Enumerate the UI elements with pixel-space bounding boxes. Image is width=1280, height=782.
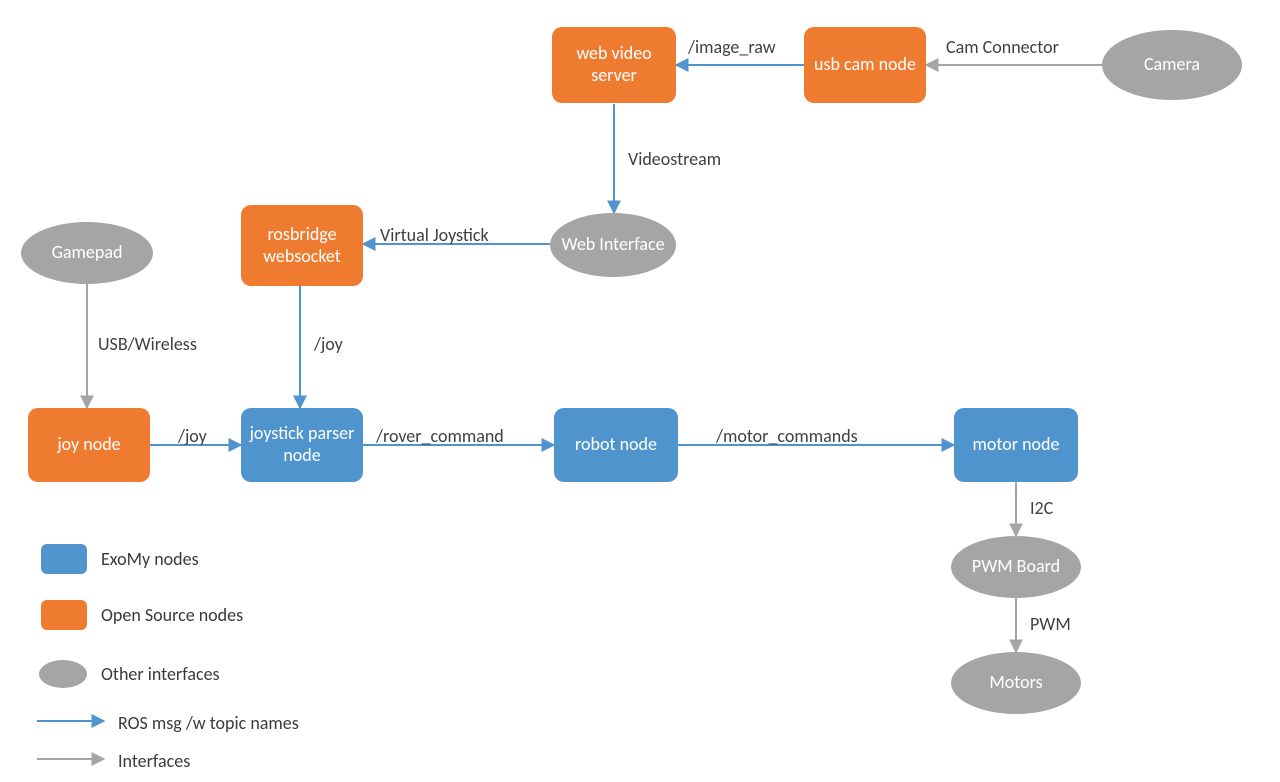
legend-interfaces: Interfaces xyxy=(118,750,190,772)
videostream-label: Videostream xyxy=(628,148,721,170)
legend-exomy: ExoMy nodes xyxy=(41,544,199,574)
node-label: joystick parser node xyxy=(241,423,363,466)
legend-ros: ROS msg /w topic names xyxy=(118,712,299,734)
pwm-board-node: PWM Board xyxy=(951,536,1081,598)
virtual-joystick-label: Virtual Joystick xyxy=(380,224,489,246)
legend-other: Other interfaces xyxy=(39,660,220,688)
gamepad-node: Gamepad xyxy=(21,222,153,284)
joy-label: /joy xyxy=(178,425,207,447)
node-label: Gamepad xyxy=(52,242,123,264)
legend-swatch-blue xyxy=(41,544,87,574)
rover-command-label: /rover_command xyxy=(376,425,504,447)
joy-node: joy node xyxy=(28,408,150,482)
legend-label: ExoMy nodes xyxy=(101,548,199,570)
usb-cam-node: usb cam node xyxy=(804,27,926,103)
i2c-label: I2C xyxy=(1030,497,1053,519)
legend-swatch-orange xyxy=(41,600,87,630)
motor-node: motor node xyxy=(954,408,1078,482)
node-label: web video server xyxy=(552,43,676,86)
web-interface-node: Web Interface xyxy=(550,213,676,277)
joy-down-label: /joy xyxy=(314,333,343,355)
legend-opensource: Open Source nodes xyxy=(41,600,243,630)
camera-node: Camera xyxy=(1102,30,1242,100)
node-label: rosbridge websocket xyxy=(241,224,363,267)
motors-node: Motors xyxy=(951,652,1081,714)
node-label: Web Interface xyxy=(561,234,664,256)
node-label: usb cam node xyxy=(814,54,916,76)
robot-node: robot node xyxy=(554,408,678,482)
web-video-server-node: web video server xyxy=(552,27,676,103)
node-label: PWM Board xyxy=(972,556,1060,578)
cam-connector-label: Cam Connector xyxy=(946,36,1059,58)
motor-commands-label: /motor_commands xyxy=(716,425,858,447)
legend-label: Other interfaces xyxy=(101,663,220,685)
legend-label: ROS msg /w topic names xyxy=(118,712,299,734)
image-raw-label: /image_raw xyxy=(688,36,776,58)
rosbridge-node: rosbridge websocket xyxy=(241,205,363,286)
usb-wireless-label: USB/Wireless xyxy=(98,333,197,355)
node-label: motor node xyxy=(973,434,1060,456)
legend-label: Open Source nodes xyxy=(101,604,243,626)
node-label: Camera xyxy=(1144,54,1200,76)
joystick-parser-node: joystick parser node xyxy=(241,408,363,482)
node-label: robot node xyxy=(575,434,657,456)
legend-label: Interfaces xyxy=(118,750,190,772)
node-label: Motors xyxy=(989,672,1042,694)
pwm-label: PWM xyxy=(1030,613,1071,635)
legend-swatch-gray-ellipse xyxy=(39,660,87,688)
node-label: joy node xyxy=(57,433,120,455)
